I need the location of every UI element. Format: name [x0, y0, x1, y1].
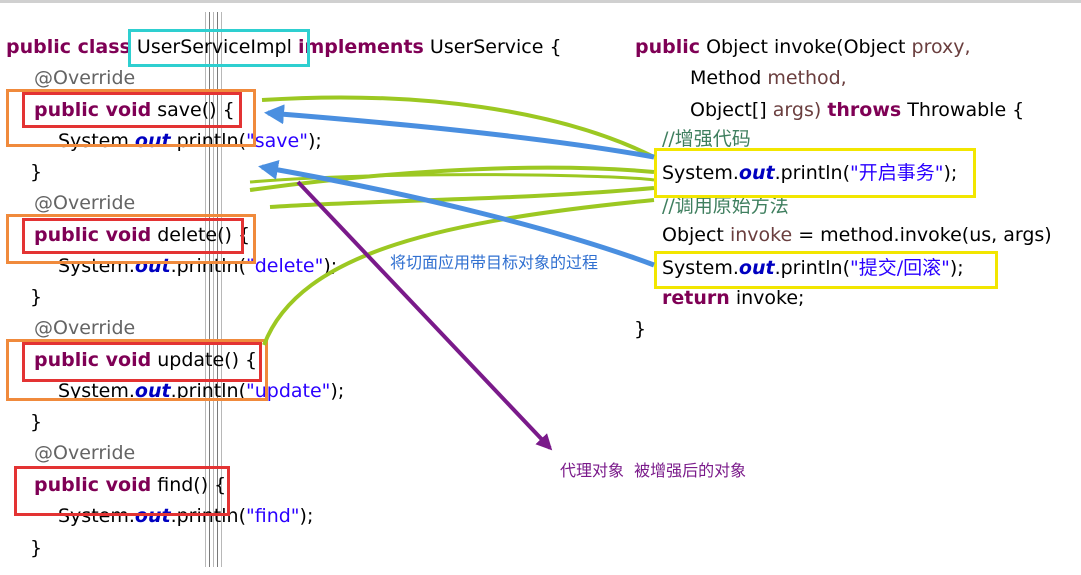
proxy-note: 代理对象 被增强后的对象 [560, 461, 747, 480]
weaving-note: 将切面应用带目标对象的过程 [390, 253, 599, 272]
diagram-canvas: public class UserServiceImpl implements … [0, 0, 1081, 575]
weaving-arrows [249, 95, 655, 451]
